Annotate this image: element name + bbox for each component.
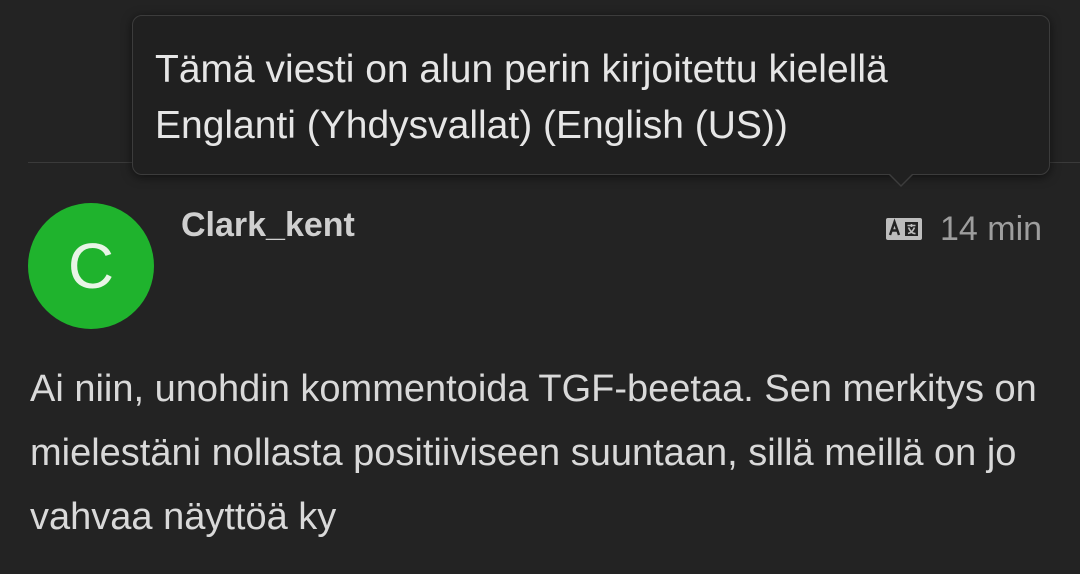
- post-body: Ai niin, unohdin kommentoida TGF-beetaa.…: [30, 368, 1037, 538]
- tooltip-text: Tämä viesti on alun perin kirjoitettu ki…: [155, 48, 888, 147]
- avatar-letter: C: [67, 230, 115, 302]
- translation-tooltip: Tämä viesti on alun perin kirjoitettu ki…: [132, 15, 1050, 175]
- avatar[interactable]: C: [28, 203, 154, 329]
- tooltip-arrow-fill: [889, 173, 913, 185]
- translate-icon[interactable]: [886, 217, 922, 241]
- post-timestamp[interactable]: 14 min: [940, 208, 1042, 250]
- username[interactable]: Clark_kent: [181, 204, 355, 246]
